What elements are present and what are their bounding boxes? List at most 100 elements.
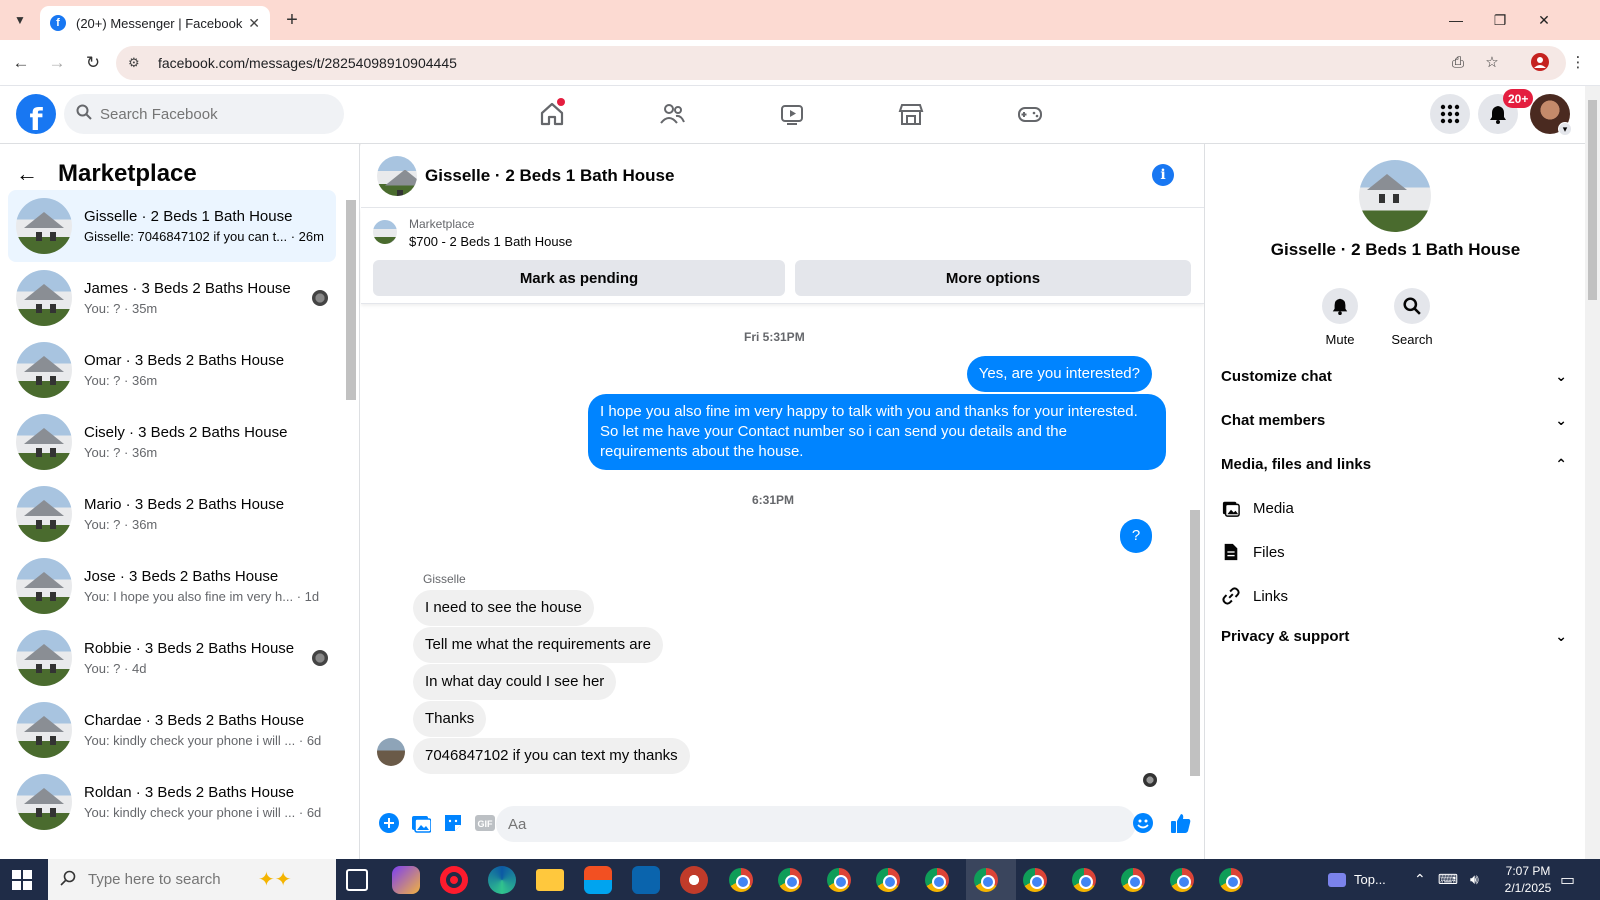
conversation-item[interactable]: Roldan · 3 Beds 2 Baths House You: kindly… — [8, 766, 336, 838]
incoming-message[interactable]: Tell me what the requirements are — [413, 627, 663, 663]
incoming-message[interactable]: 7046847102 if you can text my thanks — [413, 738, 690, 774]
task-view-icon[interactable] — [346, 869, 368, 891]
customize-chat-row[interactable]: Customize chat ⌄ — [1221, 354, 1571, 398]
listing-title[interactable]: $700 - 2 Beds 1 Bath House — [409, 234, 572, 249]
browser-menu-icon[interactable]: ⋮ — [1564, 48, 1592, 76]
outgoing-message[interactable]: ? — [1120, 519, 1152, 553]
conversation-item[interactable]: Chardae · 3 Beds 2 Baths House You: kindl… — [8, 694, 336, 766]
emoji-icon[interactable] — [1131, 811, 1155, 835]
listing-photo[interactable] — [1359, 160, 1431, 232]
conversation-item[interactable]: Cisely · 3 Beds 2 Baths House You: ? · 36… — [8, 406, 336, 478]
nav-gaming[interactable] — [975, 86, 1085, 142]
tab-close-icon[interactable]: ✕ — [248, 15, 260, 32]
copilot-icon[interactable] — [392, 866, 420, 894]
outgoing-message[interactable]: Yes, are you interested? — [966, 356, 1152, 392]
back-button[interactable]: ← — [8, 50, 34, 76]
chrome-icon[interactable] — [974, 868, 998, 892]
outgoing-message[interactable]: I hope you also fine im very happy to ta… — [588, 394, 1166, 470]
tab-search-menu[interactable]: ▼ — [8, 8, 32, 32]
edge-icon[interactable] — [488, 866, 516, 894]
restore-button[interactable]: ❐ — [1480, 6, 1520, 34]
account-avatar[interactable]: ▾ — [1530, 94, 1572, 136]
chevron-up-icon[interactable]: ⌃ — [1414, 871, 1426, 888]
back-arrow-icon[interactable]: ← — [16, 161, 38, 187]
facebook-logo-icon[interactable]: f — [16, 94, 56, 134]
store-icon[interactable] — [584, 866, 612, 894]
mark-as-pending-button[interactable]: Mark as pending — [373, 260, 785, 296]
chrome-icon[interactable] — [1072, 868, 1096, 892]
chrome-icon[interactable] — [1023, 868, 1047, 892]
menu-button[interactable] — [1430, 94, 1470, 134]
chrome-icon[interactable] — [729, 868, 753, 892]
chrome-icon[interactable] — [1121, 868, 1145, 892]
media-files-links-row[interactable]: Media, files and links ⌃ — [1221, 442, 1571, 486]
nav-video[interactable] — [737, 86, 847, 142]
chat-members-row[interactable]: Chat members ⌄ — [1221, 398, 1571, 442]
chrome-icon[interactable] — [778, 868, 802, 892]
add-more-icon[interactable] — [377, 811, 401, 835]
chrome-icon[interactable] — [925, 868, 949, 892]
close-window-button[interactable]: ✕ — [1524, 6, 1564, 34]
nav-home[interactable] — [497, 86, 607, 142]
message-input[interactable] — [496, 806, 1136, 842]
chrome-icon[interactable] — [876, 868, 900, 892]
media-row[interactable]: Media — [1221, 486, 1571, 530]
info-icon[interactable]: i — [1152, 164, 1174, 186]
thumbs-up-icon[interactable] — [1169, 811, 1193, 835]
bookmark-star-icon[interactable]: ☆ — [1478, 48, 1506, 76]
nav-friends[interactable] — [617, 86, 727, 142]
address-bar[interactable]: ⚙ facebook.com/messages/t/28254098910904… — [116, 46, 1566, 80]
search-input[interactable] — [100, 105, 320, 123]
incoming-message[interactable]: I need to see the house — [413, 590, 594, 626]
more-options-button[interactable]: More options — [795, 260, 1191, 296]
speaker-icon[interactable]: 🔊︎ — [1470, 871, 1479, 888]
incoming-message[interactable]: In what day could I see her — [413, 664, 617, 700]
listing-thumbnail[interactable] — [373, 220, 397, 244]
photo-icon[interactable] — [409, 811, 433, 835]
incoming-message[interactable]: Thanks — [413, 701, 487, 737]
conversation-item[interactable]: James · 3 Beds 2 Baths House You: ? · 35m — [8, 262, 336, 334]
chrome-icon[interactable] — [827, 868, 851, 892]
chat-avatar[interactable] — [377, 155, 417, 196]
sidebar-scroll-thumb[interactable] — [346, 200, 356, 400]
chrome-icon[interactable] — [1219, 868, 1243, 892]
tray-media-widget[interactable]: Top... — [1328, 859, 1386, 900]
new-tab-button[interactable]: + — [280, 8, 304, 32]
file-explorer-icon[interactable] — [536, 869, 564, 891]
notification-center-icon[interactable]: ▭ — [1560, 859, 1575, 900]
windows-start-icon[interactable] — [12, 870, 32, 890]
nav-marketplace[interactable] — [856, 86, 966, 142]
conversation-item[interactable]: Jose · 3 Beds 2 Baths House You: I hope y… — [8, 550, 336, 622]
chat-scroll-thumb[interactable] — [1190, 510, 1200, 776]
search-conversation-button[interactable]: Search — [1377, 288, 1447, 347]
reload-button[interactable]: ↻ — [80, 50, 106, 76]
sender-avatar[interactable] — [377, 738, 405, 766]
forward-button[interactable]: → — [44, 50, 70, 76]
minimize-button[interactable]: — — [1436, 6, 1476, 34]
sticker-icon[interactable] — [441, 811, 465, 835]
conversation-item[interactable]: Mario · 3 Beds 2 Baths House You: ? · 36m — [8, 478, 336, 550]
taskbar-search[interactable]: ✦✦ — [48, 859, 336, 900]
conversation-item[interactable]: Omar · 3 Beds 2 Baths House You: ? · 36m — [8, 334, 336, 406]
conversation-item[interactable]: Robbie · 3 Beds 2 Baths House You: ? · 4d — [8, 622, 336, 694]
install-app-icon[interactable]: ⎙ — [1444, 48, 1472, 76]
opera-icon[interactable] — [440, 866, 468, 894]
taskbar-clock[interactable]: 7:07 PM 2/1/2025 — [1488, 863, 1568, 897]
taskbar-search-input[interactable] — [88, 871, 258, 888]
mute-button[interactable]: Mute — [1305, 288, 1375, 347]
privacy-support-row[interactable]: Privacy & support ⌄ — [1221, 614, 1571, 658]
profile-icon[interactable] — [1526, 48, 1554, 76]
links-row[interactable]: Links — [1221, 574, 1571, 618]
files-row[interactable]: Files — [1221, 530, 1571, 574]
browser-tab[interactable]: f (20+) Messenger | Facebook ✕ — [40, 6, 270, 40]
gif-icon[interactable]: GIF — [473, 811, 497, 835]
conversation-item[interactable]: Gisselle · 2 Beds 1 Bath House Gisselle: … — [8, 190, 336, 262]
site-info-icon[interactable]: ⚙ — [128, 55, 148, 71]
chat-title[interactable]: Gisselle · 2 Beds 1 Bath House — [425, 166, 674, 186]
chrome-icon[interactable] — [1170, 868, 1194, 892]
app-icon[interactable] — [680, 866, 708, 894]
facebook-search[interactable] — [64, 94, 344, 134]
keyboard-icon[interactable]: ⌨ — [1438, 871, 1458, 888]
page-scroll-thumb[interactable] — [1588, 100, 1597, 300]
outlook-icon[interactable] — [632, 866, 660, 894]
